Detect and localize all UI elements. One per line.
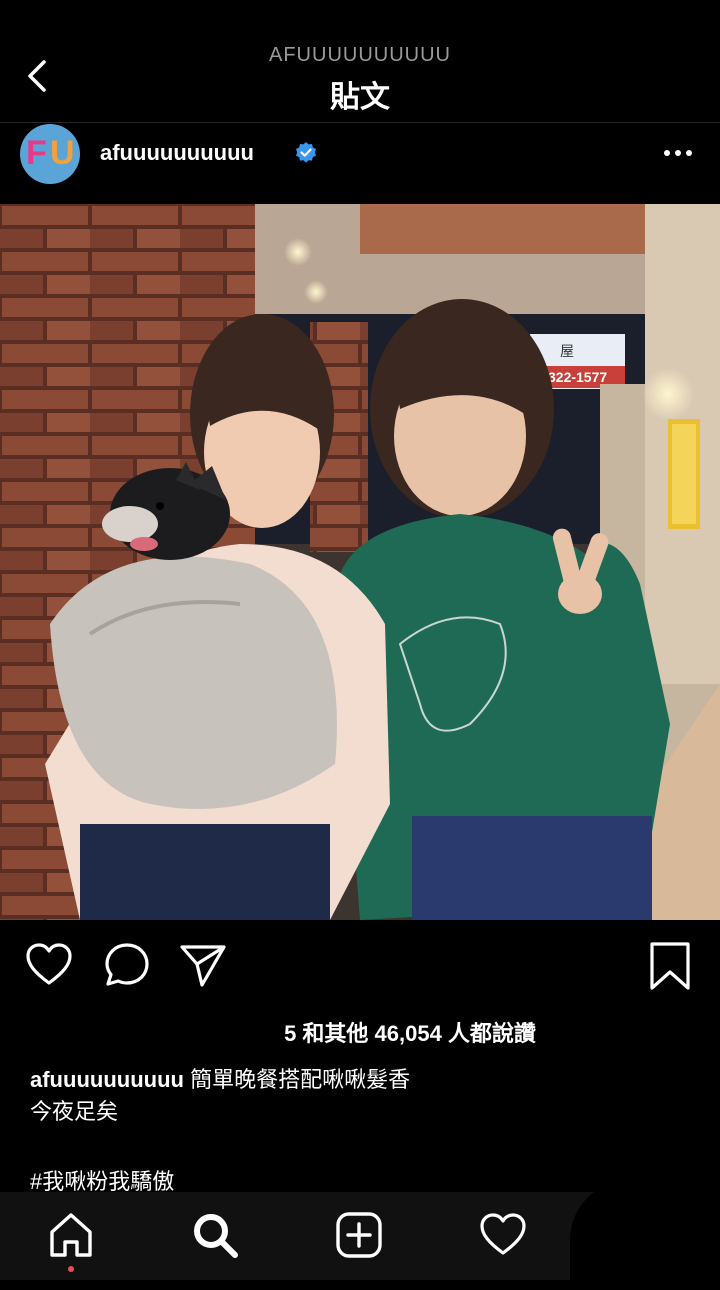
comment-icon[interactable] [102, 940, 152, 990]
header-divider [0, 122, 720, 123]
post-caption: afuuuuuuuuuu 簡單晚餐搭配啾啾髮香 今夜足矣 [30, 1064, 690, 1128]
bookmark-icon[interactable] [646, 940, 694, 992]
sign-number: 322-1577 [548, 369, 607, 385]
post-actions [0, 930, 720, 1000]
home-icon[interactable] [46, 1210, 96, 1260]
status-bar-redaction [0, 0, 720, 44]
send-icon[interactable] [178, 940, 228, 990]
post-photo-image: 322-1577 屋 [0, 204, 720, 920]
add-post-icon[interactable] [334, 1210, 384, 1260]
caption-username[interactable]: afuuuuuuuuuu [30, 1067, 184, 1092]
heart-icon[interactable] [24, 940, 74, 990]
more-dots-icon[interactable] [660, 141, 696, 165]
post-header: AFUUUUUUUUUU 貼文 [0, 0, 720, 122]
page-title: 貼文 [330, 81, 390, 114]
caption-text-1: 簡單晚餐搭配啾啾髮香 [190, 1067, 411, 1092]
avatar[interactable]: F U [20, 124, 80, 184]
post-author-row: F U afuuuuuuuuuu [0, 124, 720, 204]
notification-dot [68, 1266, 74, 1272]
header-account-name: AFUUUUUUUUUU [269, 44, 451, 66]
search-icon[interactable] [190, 1210, 240, 1260]
sign-char: 屋 [560, 344, 574, 360]
verified-badge-icon [296, 142, 316, 163]
avatar-letter-right: U [50, 134, 75, 172]
post-username[interactable]: afuuuuuuuuuu [100, 140, 254, 166]
likes-count[interactable]: 5 和其他 46,054 人都說讚 [0, 1016, 720, 1048]
caption-text-2: 今夜足矣 [30, 1099, 119, 1124]
caption-line-1: afuuuuuuuuuu 簡單晚餐搭配啾啾髮香 [30, 1064, 690, 1096]
activity-heart-icon[interactable] [478, 1210, 528, 1260]
avatar-letter-left: F [26, 134, 47, 172]
profile-tab-redaction [570, 1180, 720, 1290]
post-photo[interactable]: 322-1577 屋 [0, 204, 720, 920]
